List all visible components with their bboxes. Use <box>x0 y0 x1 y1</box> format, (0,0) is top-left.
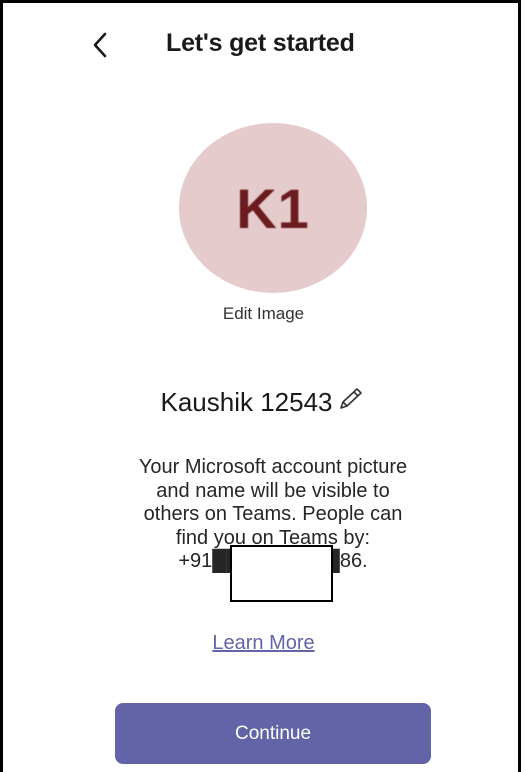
display-name: Kaushik 12543 <box>160 387 333 417</box>
back-button[interactable] <box>85 29 115 65</box>
screen-frame: Let's get started K1 Edit Image Kaushik … <box>0 0 521 772</box>
edit-name-button[interactable] <box>333 388 367 418</box>
avatar[interactable]: K1 <box>179 123 367 293</box>
display-name-row: Kaushik 12543 <box>3 387 524 418</box>
chevron-left-icon <box>90 30 110 65</box>
learn-more-link[interactable]: Learn More <box>3 632 524 655</box>
pencil-icon <box>335 386 365 419</box>
description-line: others on Teams. People can <box>143 503 403 525</box>
page-title: Let's get started <box>166 29 355 57</box>
redaction-box <box>230 545 333 602</box>
continue-button[interactable]: Continue <box>115 703 431 764</box>
edit-image-link[interactable]: Edit Image <box>3 304 524 324</box>
avatar-initials: K1 <box>236 176 310 240</box>
description-line: and name will be visible to <box>156 479 390 502</box>
description-line: Your Microsoft account picture <box>138 456 408 478</box>
